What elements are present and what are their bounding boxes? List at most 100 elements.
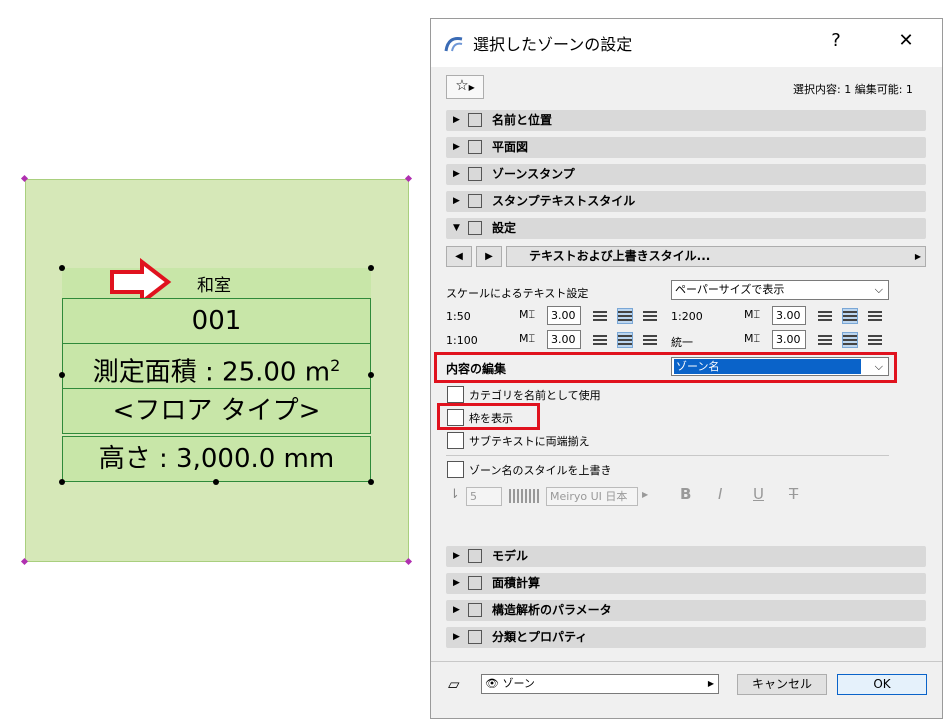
footer-divider: [431, 661, 942, 662]
text-size-input-1-50[interactable]: 3.00: [547, 306, 581, 325]
align-left-icon[interactable]: [593, 309, 607, 323]
stamp-handle[interactable]: [368, 479, 374, 485]
text-size-input-1-200[interactable]: 3.00: [772, 306, 806, 325]
cancel-button[interactable]: キャンセル: [737, 674, 827, 695]
panel-zone-stamp[interactable]: ▶ ゾーンスタンプ: [446, 164, 926, 185]
text-size-icon: M⌶: [519, 332, 536, 345]
zone-area-text: 測定面積 : 25.00 m: [92, 357, 331, 388]
panel-model[interactable]: ▶ モデル: [446, 546, 926, 567]
text-size-icon: M⌶: [744, 308, 761, 321]
panel-structural-analysis[interactable]: ▶ 構造解析のパラメータ: [446, 600, 926, 621]
align-left-icon[interactable]: [818, 333, 832, 347]
stamp-handle[interactable]: [213, 479, 219, 485]
expand-arrow-icon: ▶: [453, 196, 460, 206]
content-edit-value: ゾーン名: [674, 359, 861, 374]
settings-icon: [468, 221, 482, 235]
checkbox-use-category-as-name[interactable]: [447, 386, 464, 403]
zone-stamp-icon: [468, 167, 482, 181]
panel-stamp-text-style[interactable]: ▶ スタンプテキストスタイル: [446, 191, 926, 212]
stamp-handle[interactable]: [368, 372, 374, 378]
panel-classification-properties[interactable]: ▶ 分類とプロパティ: [446, 627, 926, 648]
chevron-down-icon: ⌵: [874, 360, 883, 373]
panel-label: 名前と位置: [492, 113, 553, 127]
stamp-handle[interactable]: [59, 479, 65, 485]
stamp-handle[interactable]: [59, 265, 65, 271]
pen-input[interactable]: 5: [466, 487, 502, 506]
show-frame-highlight: [437, 403, 540, 430]
checkbox-label-justify-subtext: サブテキストに両端揃え: [469, 435, 590, 448]
chevron-right-icon: ▶: [642, 490, 649, 499]
prev-page-button[interactable]: ◀: [446, 246, 472, 267]
expand-arrow-icon: ▶: [453, 605, 460, 615]
zone-number-row: 001: [62, 298, 371, 344]
italic-button[interactable]: I: [718, 485, 722, 503]
panel-label: 構造解析のパラメータ: [492, 603, 612, 617]
properties-icon: [468, 630, 482, 644]
help-button[interactable]: ?: [816, 30, 856, 51]
scale-text-label: スケールによるテキスト設定: [446, 287, 589, 300]
layer-icon: ▱: [448, 675, 460, 693]
align-center-icon[interactable]: [617, 332, 633, 348]
stamp-handle[interactable]: [59, 372, 65, 378]
chevron-right-icon: ▶: [914, 252, 921, 261]
scale-text-value: ペーパーサイズで表示: [675, 283, 785, 296]
checkbox-justify-subtext[interactable]: [447, 432, 464, 449]
align-right-icon[interactable]: [643, 333, 657, 347]
checkbox-override-zone-name-style[interactable]: [447, 461, 464, 478]
scale-label-1-100: 1:100: [446, 334, 478, 347]
chevron-right-icon: ▶: [468, 83, 475, 92]
bold-button[interactable]: B: [680, 485, 691, 503]
font-dropdown[interactable]: Meiryo UI 日本: [546, 487, 638, 506]
expand-arrow-icon: ▶: [453, 578, 460, 588]
line-pattern-icon[interactable]: [509, 489, 539, 503]
zone-settings-dialog: 選択したゾーンの設定 ? ✕ ☆▶ 選択内容: 1 編集可能: 1 ▶ 名前と位…: [430, 18, 943, 719]
scale-text-dropdown[interactable]: ペーパーサイズで表示 ⌵: [671, 280, 889, 300]
floor-plan-icon: [468, 140, 482, 154]
name-position-icon: [468, 113, 482, 127]
expand-arrow-icon: ▶: [453, 169, 460, 179]
layer-dropdown[interactable]: 👁 ゾーン ▶: [481, 674, 719, 694]
panel-label: モデル: [492, 549, 529, 563]
align-right-icon[interactable]: [868, 309, 882, 323]
layer-value: ゾーン: [502, 677, 535, 690]
selection-info: 選択内容: 1 編集可能: 1: [793, 83, 913, 96]
panel-name-position[interactable]: ▶ 名前と位置: [446, 110, 926, 131]
favorites-button[interactable]: ☆▶: [446, 75, 484, 99]
checkbox-label-use-category-as-name: カテゴリを名前として使用: [469, 389, 601, 402]
ok-button[interactable]: OK: [837, 674, 927, 695]
content-edit-dropdown[interactable]: ゾーン名 ⌵: [671, 357, 889, 376]
text-size-icon: M⌶: [519, 308, 536, 321]
align-left-icon[interactable]: [818, 309, 832, 323]
panel-label: 面積計算: [492, 576, 541, 590]
align-left-icon[interactable]: [593, 333, 607, 347]
align-center-icon[interactable]: [842, 308, 858, 324]
panel-label: ゾーンスタンプ: [492, 167, 575, 181]
align-center-icon[interactable]: [617, 308, 633, 324]
close-button[interactable]: ✕: [886, 30, 926, 51]
underline-button[interactable]: U: [753, 485, 764, 503]
panel-label: 分類とプロパティ: [492, 630, 588, 644]
align-center-icon[interactable]: [842, 332, 858, 348]
text-size-icon: M⌶: [744, 332, 761, 345]
next-page-button[interactable]: ▶: [476, 246, 502, 267]
page-selector[interactable]: テキストおよび上書きスタイル... ▶: [506, 246, 926, 267]
panel-settings[interactable]: ▼ 設定: [446, 218, 926, 239]
zone-corner-handle[interactable]: [404, 557, 413, 566]
dialog-titlebar: 選択したゾーンの設定 ? ✕: [431, 19, 942, 67]
panel-area-calculation[interactable]: ▶ 面積計算: [446, 573, 926, 594]
dialog-title: 選択したゾーンの設定: [473, 35, 633, 54]
align-right-icon[interactable]: [643, 309, 657, 323]
zone-area-superscript: 2: [330, 356, 341, 375]
panel-floor-plan[interactable]: ▶ 平面図: [446, 137, 926, 158]
align-right-icon[interactable]: [868, 333, 882, 347]
zone-area-row: 測定面積 : 25.00 m2: [62, 343, 371, 389]
text-size-input-uniform[interactable]: 3.00: [772, 330, 806, 349]
star-icon: ☆: [455, 76, 469, 94]
content-edit-label: 内容の編集: [446, 362, 507, 376]
strikethrough-button[interactable]: T: [789, 485, 798, 503]
zone-floor-type-row: <フロア タイプ>: [62, 388, 371, 434]
model-icon: [468, 549, 482, 563]
stamp-handle[interactable]: [368, 265, 374, 271]
scale-label-1-50: 1:50: [446, 310, 471, 323]
text-size-input-1-100[interactable]: 3.00: [547, 330, 581, 349]
